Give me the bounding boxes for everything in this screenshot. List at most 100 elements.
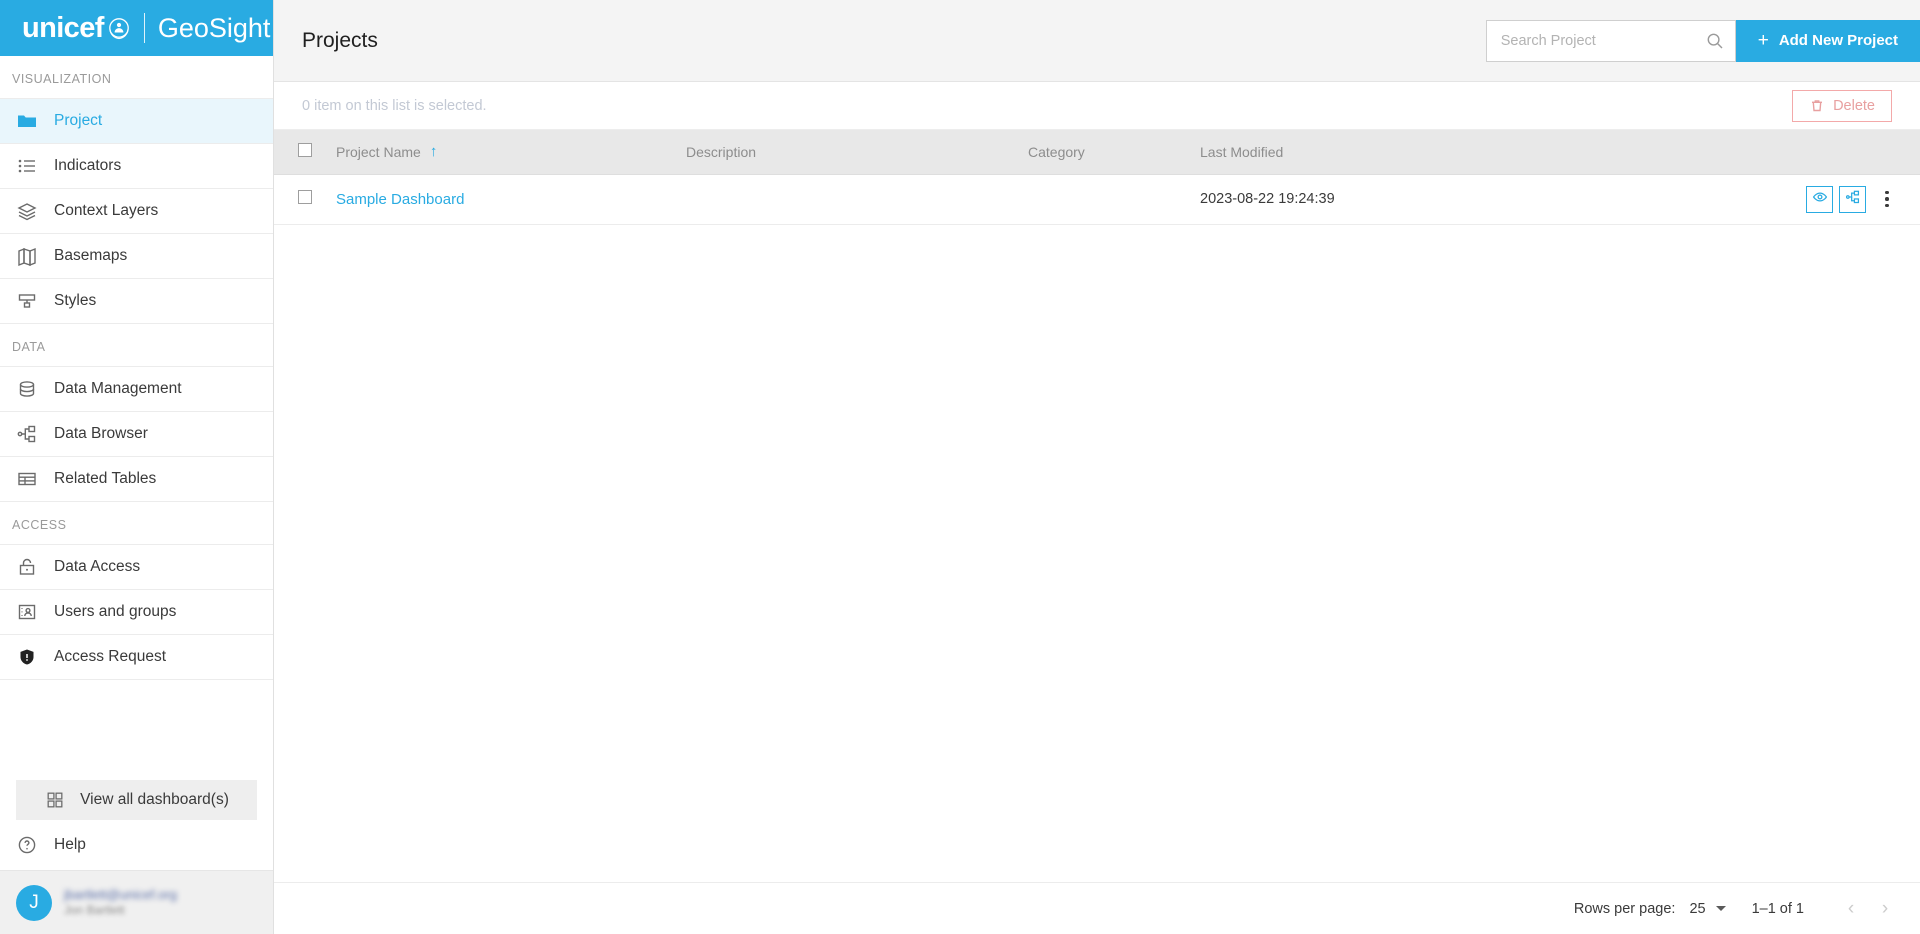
trash-icon xyxy=(1809,98,1825,114)
previous-page-button[interactable]: ‹ xyxy=(1834,892,1868,926)
project-name-link[interactable]: Sample Dashboard xyxy=(336,191,464,208)
rows-per-page-select[interactable]: 25 xyxy=(1689,900,1726,917)
header-project-name-label: Project Name xyxy=(336,143,421,160)
sidebar-item-project[interactable]: Project xyxy=(0,99,273,144)
sidebar-item-label: Data Access xyxy=(54,558,141,575)
sitemap-icon xyxy=(16,423,38,445)
help-label: Help xyxy=(54,836,86,853)
data-browser-button[interactable] xyxy=(1839,185,1866,213)
unicef-emblem-icon xyxy=(106,15,132,41)
database-icon xyxy=(16,378,38,400)
brand-divider xyxy=(143,13,145,43)
eye-icon xyxy=(1812,189,1828,209)
table-header-row: Project Name ↑ Description Category Last… xyxy=(274,130,1920,175)
sidebar-item-label: Users and groups xyxy=(54,603,177,620)
page-title: Projects xyxy=(302,28,378,52)
brand-unicef-text: unicef xyxy=(22,11,104,44)
projects-table: Project Name ↑ Description Category Last… xyxy=(274,130,1920,225)
row-last-modified-cell: 2023-08-22 19:24:39 xyxy=(1200,174,1620,225)
sidebar-item-label: Basemaps xyxy=(54,247,128,264)
sidebar-item-label: Data Browser xyxy=(54,425,148,442)
preview-button[interactable] xyxy=(1806,185,1833,213)
sidebar-item-context-layers[interactable]: Context Layers xyxy=(0,189,273,234)
row-actions xyxy=(1620,185,1920,213)
header-actions xyxy=(1620,130,1920,175)
projects-table-wrapper: Project Name ↑ Description Category Last… xyxy=(274,130,1920,882)
sidebar-item-access-request[interactable]: Access Request xyxy=(0,635,273,680)
row-actions-cell xyxy=(1620,174,1920,225)
add-new-project-button[interactable]: + Add New Project xyxy=(1735,19,1920,62)
table-head: Project Name ↑ Description Category Last… xyxy=(274,130,1920,175)
sidebar-item-basemaps[interactable]: Basemaps xyxy=(0,234,273,279)
header-category[interactable]: Category xyxy=(1028,130,1200,175)
row-select-cell[interactable] xyxy=(274,174,336,225)
plus-icon: + xyxy=(1757,30,1769,51)
shield-alert-icon xyxy=(16,646,38,668)
kebab-dot xyxy=(1885,203,1889,208)
map-icon xyxy=(16,245,38,267)
sidebar-item-indicators[interactable]: Indicators xyxy=(0,144,273,189)
profile-text: jbartlett@unicef.org Jon Bartlett xyxy=(64,887,177,918)
table-row[interactable]: Sample Dashboard 2023-08-22 19:24:39 xyxy=(274,174,1920,225)
sidebar-item-data-management[interactable]: Data Management xyxy=(0,367,273,412)
sidebar-item-data-access[interactable]: Data Access xyxy=(0,545,273,590)
table-icon xyxy=(16,468,38,490)
sidebar-item-label: Styles xyxy=(54,292,97,309)
nav-group-data-title: DATA xyxy=(0,324,273,367)
pagination: Rows per page: 25 1–1 of 1 ‹ › xyxy=(274,882,1920,934)
header-last-modified[interactable]: Last Modified xyxy=(1200,130,1620,175)
table-body: Sample Dashboard 2023-08-22 19:24:39 xyxy=(274,174,1920,225)
avatar: J xyxy=(16,884,52,921)
sitemap-icon xyxy=(1845,189,1861,209)
nav-group-visualization-title: VISUALIZATION xyxy=(0,56,273,99)
page-header: Projects + Add New Project xyxy=(274,0,1920,82)
unlock-icon xyxy=(16,556,38,578)
question-circle-icon xyxy=(16,834,38,856)
sidebar-item-help[interactable]: Help xyxy=(0,820,273,870)
add-new-project-label: Add New Project xyxy=(1778,32,1898,49)
folder-icon xyxy=(16,110,38,132)
delete-button[interactable]: Delete xyxy=(1792,89,1892,122)
search-input[interactable] xyxy=(1485,19,1736,62)
kebab-dot xyxy=(1885,197,1889,201)
sidebar-item-label: Indicators xyxy=(54,157,122,174)
row-project-name-cell: Sample Dashboard xyxy=(336,174,686,225)
layers-icon xyxy=(16,200,38,222)
sidebar-item-users-and-groups[interactable]: Users and groups xyxy=(0,590,273,635)
sidebar-item-related-tables[interactable]: Related Tables xyxy=(0,457,273,502)
header-project-name[interactable]: Project Name ↑ xyxy=(336,130,686,175)
header-actions: + Add New Project xyxy=(1485,19,1920,62)
paint-roller-icon xyxy=(16,290,38,312)
user-profile[interactable]: J jbartlett@unicef.org Jon Bartlett xyxy=(0,870,273,934)
sidebar-item-label: Related Tables xyxy=(54,470,157,487)
sidebar: unicef GeoSight VISUALIZATION Project In… xyxy=(0,0,274,934)
main-content: Projects + Add New Project 0 item on th xyxy=(274,0,1920,934)
search-wrapper xyxy=(1485,19,1736,62)
next-page-button[interactable]: › xyxy=(1868,892,1902,926)
rows-per-page-value: 25 xyxy=(1689,900,1706,917)
sidebar-nav: VISUALIZATION Project Indicators Context… xyxy=(0,56,273,754)
view-all-dashboards-button[interactable]: View all dashboard(s) xyxy=(16,780,257,820)
select-all-checkbox[interactable] xyxy=(298,143,312,158)
sidebar-item-data-browser[interactable]: Data Browser xyxy=(0,412,273,457)
header-description[interactable]: Description xyxy=(686,130,1028,175)
sort-asc-icon: ↑ xyxy=(429,143,438,161)
profile-name: Jon Bartlett xyxy=(64,903,125,918)
header-select-all[interactable] xyxy=(274,130,336,175)
more-menu-button[interactable] xyxy=(1876,186,1898,213)
selection-status: 0 item on this list is selected. xyxy=(302,97,487,114)
rows-per-page-label: Rows per page: xyxy=(1573,900,1676,917)
grid-icon xyxy=(44,789,66,811)
row-description-cell xyxy=(686,174,1028,225)
pagination-range: 1–1 of 1 xyxy=(1751,900,1804,917)
nav-group-access-title: ACCESS xyxy=(0,502,273,545)
list-icon xyxy=(16,155,38,177)
sidebar-item-label: Access Request xyxy=(54,648,166,665)
sidebar-item-styles[interactable]: Styles xyxy=(0,279,273,324)
row-checkbox[interactable] xyxy=(298,190,312,204)
selection-bar: 0 item on this list is selected. Delete xyxy=(274,82,1920,130)
view-all-dashboards-label: View all dashboard(s) xyxy=(80,791,229,808)
brand-app-text: GeoSight xyxy=(157,12,271,43)
app-root: unicef GeoSight VISUALIZATION Project In… xyxy=(0,0,1920,934)
brand-header[interactable]: unicef GeoSight xyxy=(0,0,273,56)
